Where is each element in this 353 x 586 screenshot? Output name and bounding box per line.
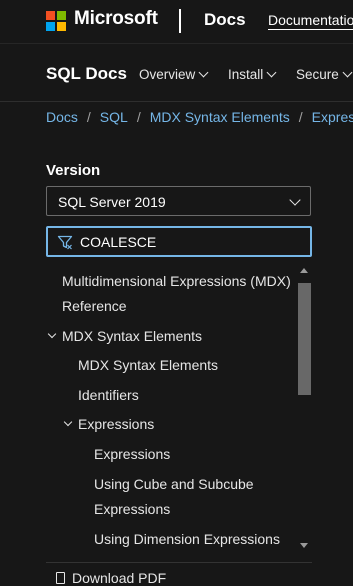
table-of-contents: Multidimensional Expressions (MDX) Refer… [46,264,315,554]
breadcrumb-sql[interactable]: SQL [100,109,128,125]
version-label: Version [46,162,101,179]
header-divider [179,9,181,33]
download-pdf-label: Download PDF [72,570,167,586]
product-title[interactable]: SQL Docs [46,64,127,84]
toc-item-using-cube-subcube[interactable]: Using Cube and Subcube [94,476,254,492]
toc-item-expressions[interactable]: Expressions [94,446,170,462]
menu-overview-label: Overview [139,67,196,82]
toc-item-using-dimension-expressions[interactable]: Using Dimension Expressions [94,531,280,547]
chevron-down-icon [198,67,209,78]
docs-home-link[interactable]: Docs [204,10,246,30]
toc-scrollbar[interactable] [297,268,312,552]
toc-item-mdx-syntax-elements-group[interactable]: MDX Syntax Elements [62,328,202,344]
menu-secure[interactable]: Secure [296,67,353,82]
product-header: SQL Docs Overview Install Secure [0,44,353,102]
menu-secure-label: Secure [296,67,339,82]
breadcrumb-docs[interactable]: Docs [46,109,78,125]
menu-overview[interactable]: Overview [139,67,209,82]
breadcrumb-separator: / [298,109,303,125]
breadcrumb-separator: / [136,109,141,125]
breadcrumb-expressions[interactable]: Express [312,109,353,125]
documentation-nav-link[interactable]: Documentation [268,12,353,30]
toc-filter[interactable] [46,226,312,257]
version-select-value: SQL Server 2019 [58,194,166,210]
arrow-down-icon[interactable] [300,543,308,548]
scrollbar-thumb[interactable] [298,283,311,395]
toc-item-mdx-syntax-elements[interactable]: MDX Syntax Elements [78,357,218,373]
arrow-up-icon[interactable] [300,268,308,273]
chevron-down-icon [289,194,301,206]
menu-install-label: Install [228,67,264,82]
filter-icon [57,235,73,250]
breadcrumb: Docs / SQL / MDX Syntax Elements / Express [46,109,353,125]
version-select[interactable]: SQL Server 2019 [46,186,311,216]
breadcrumb-mdx-syntax-elements[interactable]: MDX Syntax Elements [150,109,290,125]
chevron-down-icon [266,67,277,78]
toc-item-mdx[interactable]: Multidimensional Expressions (MDX) [62,273,291,289]
toc-item-using-cube-subcube-cont[interactable]: Expressions [94,501,170,517]
chevron-down-icon[interactable] [63,417,73,427]
chevron-down-icon[interactable] [47,329,57,339]
chevron-down-icon [342,67,353,78]
toc-item-reference[interactable]: Reference [62,298,127,314]
toc-filter-input[interactable] [80,232,300,251]
download-pdf-link[interactable]: Download PDF [56,570,166,586]
document-icon [56,572,65,584]
toc-item-expressions-group[interactable]: Expressions [78,416,154,432]
toc-item-identifiers[interactable]: Identifiers [78,387,139,403]
brand-name[interactable]: Microsoft [74,8,158,30]
divider [46,562,312,563]
breadcrumb-separator: / [86,109,91,125]
microsoft-logo[interactable] [46,11,66,31]
menu-install[interactable]: Install [228,67,277,82]
global-header: Microsoft Docs Documentation [0,0,353,44]
